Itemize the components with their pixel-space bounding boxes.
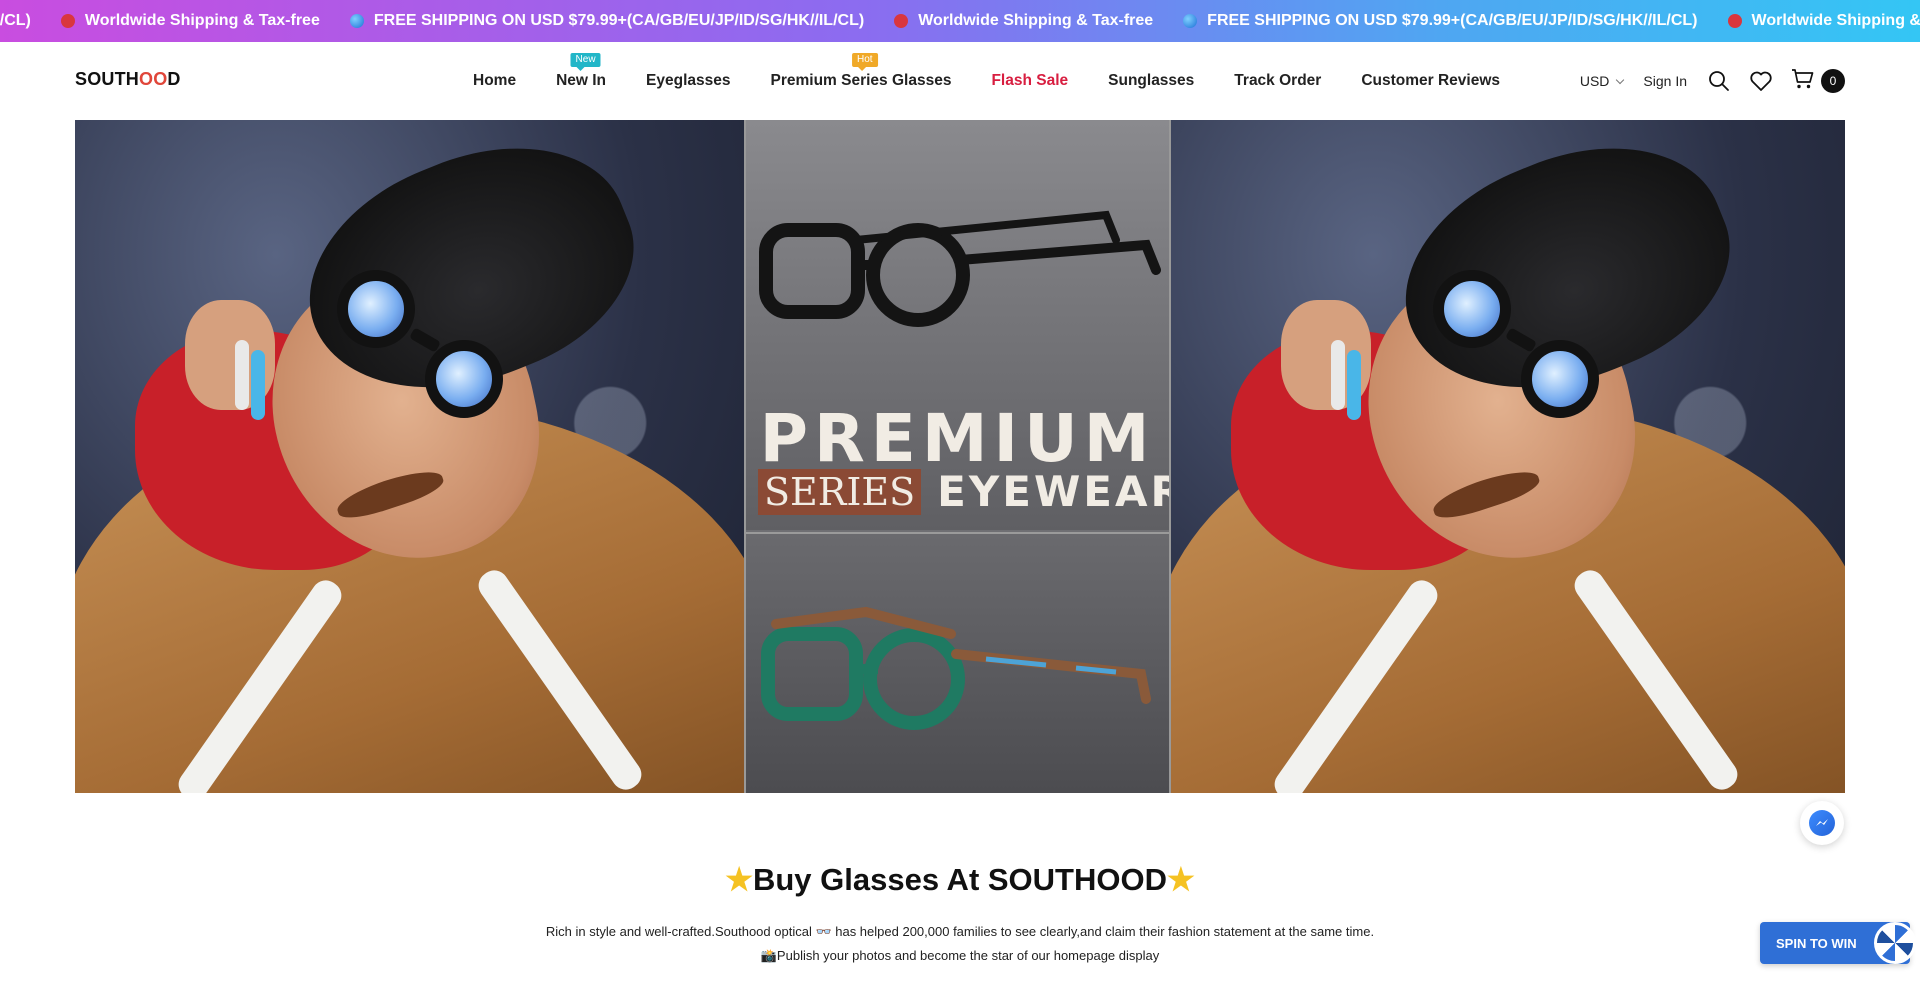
nav-label: Home xyxy=(473,72,517,89)
nav-eyeglasses[interactable]: Eyeglasses xyxy=(646,72,730,90)
hero-photo-right xyxy=(1171,120,1845,793)
announcement-track: L/CL) Worldwide Shipping & Tax-free FREE… xyxy=(0,0,1920,42)
hat-icon xyxy=(894,14,909,28)
prize-wheel-icon xyxy=(1874,922,1916,964)
logo-text: D xyxy=(167,69,181,89)
nav-label: Sunglasses xyxy=(1108,72,1195,89)
messenger-chat-button[interactable] xyxy=(1800,801,1844,845)
nav-label: Track Order xyxy=(1234,72,1322,89)
cart-icon xyxy=(1791,68,1815,95)
hero-premium-text: PREMIUM xyxy=(759,400,1156,477)
nav-track-order[interactable]: Track Order xyxy=(1234,72,1321,90)
section-title: ★Buy Glasses At SOUTHOOD★ xyxy=(0,862,1920,898)
nav-label: New In xyxy=(556,72,607,89)
announcement-text: FREE SHIPPING ON USD $79.99+(CA/GB/EU/JP… xyxy=(1207,12,1698,29)
star-icon: ★ xyxy=(1167,862,1195,897)
nav-label: Flash Sale xyxy=(991,72,1069,89)
announcement-text: L/CL) xyxy=(0,12,31,29)
hero-series-line: SERIES EYEWEAR xyxy=(758,467,1171,516)
announcement-item: Worldwide Shipping & Tax-free xyxy=(60,12,320,30)
currency-label: USD xyxy=(1579,73,1610,89)
hero-series-text: SERIES xyxy=(758,468,922,515)
globe-icon xyxy=(1183,14,1198,28)
hat-icon xyxy=(60,14,75,28)
intro-description: Rich in style and well-crafted.Southood … xyxy=(545,924,1375,939)
intro-photo-cta: 📸Publish your photos and become the star… xyxy=(760,948,1160,963)
announcement-text: Worldwide Shipping & Tax-free xyxy=(1751,12,1920,29)
hero-product-panel: PREMIUM SERIES EYEWEAR xyxy=(744,120,1171,793)
star-icon: ★ xyxy=(725,862,753,897)
currency-selector[interactable]: USD xyxy=(1579,73,1625,89)
nav-new-in[interactable]: New New In xyxy=(556,53,607,90)
nav-premium-series[interactable]: Hot Premium Series Glasses xyxy=(770,53,952,90)
header-actions: USD Sign In 0 xyxy=(1580,42,1845,120)
nav-label: Eyeglasses xyxy=(646,72,731,89)
hero-photo-left xyxy=(75,120,744,793)
sign-in-link[interactable]: Sign In xyxy=(1643,73,1687,89)
logo-accent-text: OO xyxy=(139,69,168,89)
nav-home[interactable]: Home xyxy=(473,72,516,90)
cart-count-badge: 0 xyxy=(1821,69,1845,93)
announcement-text: Worldwide Shipping & Tax-free xyxy=(84,12,320,29)
black-glasses-image xyxy=(759,210,1161,327)
spin-to-win-button[interactable]: SPIN TO WIN xyxy=(1760,922,1916,964)
site-logo[interactable]: SOUTHOOD xyxy=(75,69,181,90)
hot-badge: Hot xyxy=(852,53,878,71)
chevron-down-icon xyxy=(1616,75,1625,84)
search-icon[interactable] xyxy=(1707,69,1731,93)
cart-button[interactable]: 0 xyxy=(1791,68,1845,95)
site-header: SOUTHOOD Home New New In Eyeglasses Hot … xyxy=(0,42,1920,120)
hat-icon xyxy=(1727,14,1742,28)
hero-banner[interactable]: PREMIUM SERIES EYEWEAR xyxy=(75,120,1845,793)
announcement-item: FREE SHIPPING ON USD $79.99+(CA/GB/EU/JP… xyxy=(1183,12,1698,30)
main-nav: Home New New In Eyeglasses Hot Premium S… xyxy=(473,42,1540,120)
logo-text: SOUTH xyxy=(75,69,139,89)
announcement-text: Worldwide Shipping & Tax-free xyxy=(918,12,1154,29)
green-glasses-image xyxy=(761,606,1151,730)
nav-customer-reviews[interactable]: Customer Reviews xyxy=(1361,72,1500,90)
nav-label: Premium Series Glasses xyxy=(770,72,952,89)
messenger-icon xyxy=(1809,810,1835,836)
announcement-item: FREE SHIPPING ON USD $79.99+(CA/GB/EU/JP… xyxy=(349,12,865,30)
new-badge: New xyxy=(570,53,601,71)
announcement-item: Worldwide Shipping & Tax-free xyxy=(894,12,1153,30)
announcement-item: Worldwide Shipping & Tax-free xyxy=(1727,12,1920,30)
sign-in-label: Sign In xyxy=(1643,73,1687,89)
announcement-bar: L/CL) Worldwide Shipping & Tax-free FREE… xyxy=(0,0,1920,42)
wishlist-heart-icon[interactable] xyxy=(1749,69,1773,93)
nav-sunglasses[interactable]: Sunglasses xyxy=(1108,72,1194,90)
nav-flash-sale[interactable]: Flash Sale xyxy=(991,72,1068,90)
announcement-item: L/CL) xyxy=(0,12,31,30)
spin-label: SPIN TO WIN xyxy=(1776,935,1857,951)
hero-eyewear-text: EYEWEAR xyxy=(937,467,1171,516)
nav-label: Customer Reviews xyxy=(1361,72,1501,89)
globe-icon xyxy=(349,14,364,28)
section-title-text: Buy Glasses At SOUTHOOD xyxy=(752,862,1167,897)
announcement-text: FREE SHIPPING ON USD $79.99+(CA/GB/EU/JP… xyxy=(373,12,865,29)
